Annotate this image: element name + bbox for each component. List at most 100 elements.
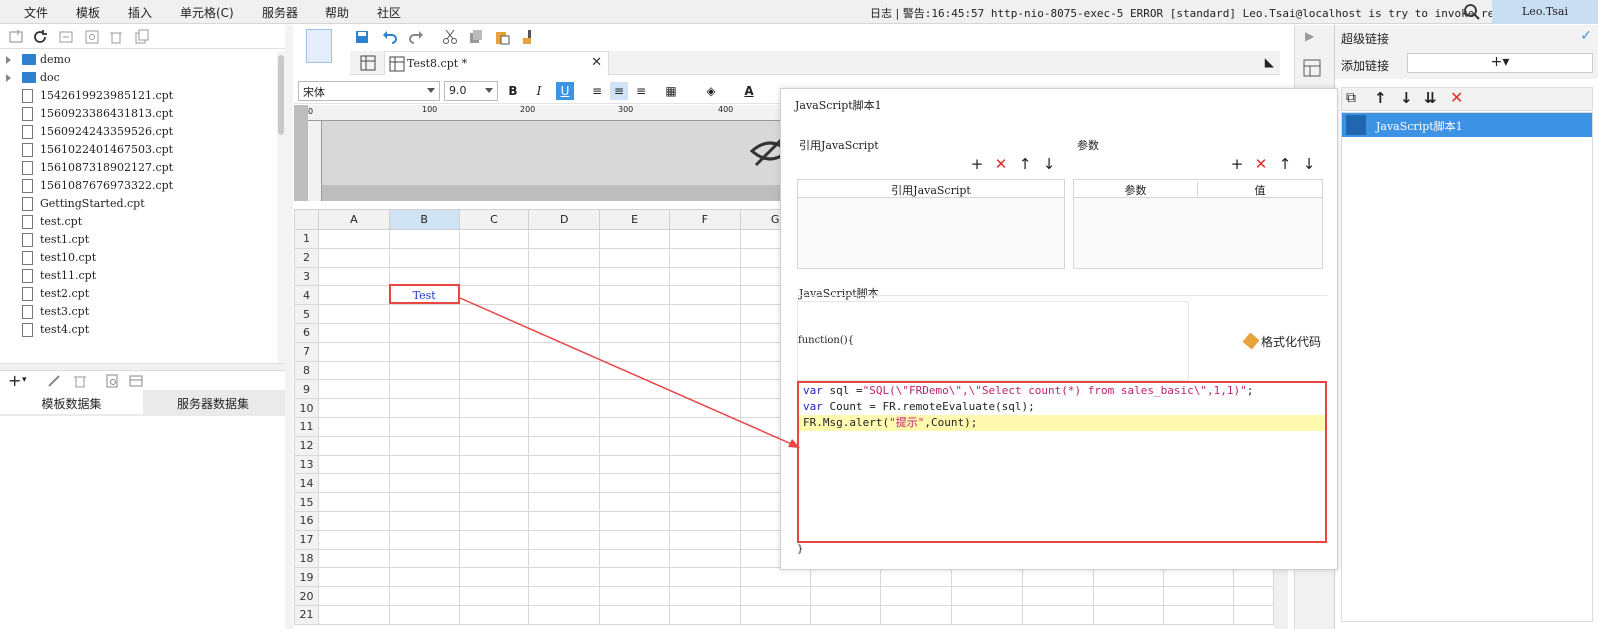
grid-cell[interactable] (668, 473, 741, 494)
refresh-icon[interactable] (32, 29, 48, 45)
grid-cell[interactable] (388, 435, 460, 456)
grid-corner[interactable] (294, 209, 319, 230)
tab-document[interactable]: Test8.cpt * ✕ (384, 51, 609, 75)
grid-cell[interactable] (668, 360, 741, 381)
grid-cell[interactable] (528, 416, 601, 437)
move-down-icon[interactable]: ↓ (1041, 155, 1057, 173)
row-header[interactable]: 18 (294, 548, 319, 569)
row-header[interactable]: 21 (294, 604, 319, 625)
tab-template-dataset[interactable]: 模板数据集 (0, 390, 143, 414)
grid-cell[interactable] (668, 435, 741, 456)
grid-cell[interactable] (951, 586, 1023, 606)
grid-cell[interactable] (528, 454, 601, 475)
align-center-button[interactable]: ≡ (610, 82, 628, 100)
grid-cell[interactable] (599, 360, 670, 381)
align-right-button[interactable]: ≡ (632, 82, 650, 100)
grid-cell[interactable] (388, 398, 460, 418)
grid-cell[interactable] (528, 398, 601, 418)
rename-icon[interactable] (58, 29, 74, 45)
menu-server[interactable]: 服务器 (262, 4, 298, 21)
column-header[interactable]: A (317, 209, 390, 230)
grid-cell[interactable] (668, 529, 741, 550)
tree-file[interactable]: 1542619923985121.cpt (0, 87, 280, 105)
delete-icon[interactable] (108, 29, 124, 45)
delete-icon[interactable] (72, 373, 88, 389)
grid-cell[interactable] (388, 604, 460, 625)
grid-cell[interactable] (951, 604, 1023, 625)
grid-cell[interactable] (1163, 567, 1235, 588)
grid-cell[interactable] (668, 379, 741, 400)
grid-cell[interactable] (528, 529, 601, 550)
grid-cell[interactable] (668, 322, 741, 343)
grid-cell[interactable] (599, 416, 670, 437)
row-header[interactable]: 17 (294, 529, 319, 550)
cell-attribute-icon[interactable] (1303, 59, 1321, 77)
expand-arrow-icon[interactable] (6, 56, 11, 64)
grid-cell[interactable] (458, 360, 530, 381)
grid-cell[interactable] (1163, 604, 1235, 625)
grid-cell[interactable] (668, 247, 741, 268)
dataset-icon[interactable] (128, 373, 144, 389)
grid-cell[interactable] (458, 567, 530, 588)
border-icon[interactable]: ▦ (662, 82, 680, 100)
row-header[interactable]: 6 (294, 322, 319, 343)
grid-cell[interactable] (458, 586, 530, 606)
row-header[interactable]: 4 (294, 285, 319, 306)
grid-cell[interactable] (458, 379, 530, 400)
grid-cell[interactable] (599, 604, 670, 625)
params-table[interactable]: 参数 值 (1073, 179, 1323, 269)
tree-file[interactable]: test2.cpt (0, 285, 280, 303)
grid-cell[interactable] (458, 247, 530, 268)
tree-file[interactable]: 1561022401467503.cpt (0, 141, 280, 159)
grid-cell[interactable] (528, 604, 601, 625)
row-header[interactable]: 10 (294, 398, 319, 418)
grid-cell[interactable] (317, 586, 390, 606)
expand-arrow-icon[interactable] (6, 74, 11, 82)
grid-cell[interactable] (599, 454, 670, 475)
grid-cell[interactable] (458, 454, 530, 475)
tree-file[interactable]: 1560924243359526.cpt (0, 123, 280, 141)
paste-icon[interactable] (494, 29, 510, 45)
row-header[interactable]: 2 (294, 247, 319, 268)
grid-cell[interactable] (809, 604, 882, 625)
tree-file[interactable]: test4.cpt (0, 321, 280, 339)
grid-cell[interactable] (809, 586, 882, 606)
copy-icon[interactable] (134, 29, 150, 45)
column-header[interactable]: B (388, 209, 460, 230)
grid-cell[interactable] (739, 586, 811, 606)
link-list-item[interactable]: JavaScript脚本1 (1342, 113, 1592, 137)
grid-cell[interactable] (317, 473, 390, 494)
code-line[interactable]: var sql ="SQL(\"FRDemo\",\"Select count(… (803, 383, 1253, 399)
grid-cell[interactable] (388, 548, 460, 569)
menu-file[interactable]: 文件 (24, 4, 48, 21)
code-line[interactable]: var Count = FR.remoteEvaluate(sql); (803, 399, 1035, 415)
grid-cell[interactable] (388, 416, 460, 437)
grid-cell[interactable] (528, 247, 601, 268)
copy-icon[interactable]: ⧉ (1346, 90, 1356, 106)
row-header[interactable]: 8 (294, 360, 319, 381)
grid-cell[interactable] (458, 529, 530, 550)
row-header[interactable]: 5 (294, 304, 319, 324)
tree-file[interactable]: test11.cpt (0, 267, 280, 285)
grid-cell[interactable] (1092, 604, 1165, 625)
grid-cell[interactable] (668, 454, 741, 475)
menu-community[interactable]: 社区 (377, 4, 401, 21)
grid-cell[interactable] (388, 586, 460, 606)
ref-js-table[interactable]: 引用JavaScript (797, 179, 1065, 269)
add-icon[interactable]: + (969, 155, 985, 173)
font-color-icon[interactable]: A (740, 82, 758, 100)
grid-cell[interactable] (528, 435, 601, 456)
template-icon[interactable] (306, 29, 332, 63)
grid-cell[interactable] (599, 435, 670, 456)
grid-cell[interactable] (528, 492, 601, 512)
grid-cell[interactable] (388, 454, 460, 475)
column-header[interactable]: D (528, 209, 601, 230)
row-header[interactable]: 15 (294, 492, 319, 512)
menu-cell[interactable]: 单元格(C) (180, 4, 234, 21)
row-header[interactable]: 12 (294, 435, 319, 456)
tree-scrollbar[interactable] (277, 51, 285, 363)
grid-cell[interactable] (1233, 567, 1274, 588)
row-header[interactable]: 20 (294, 586, 319, 606)
row-header[interactable]: 11 (294, 416, 319, 437)
grid-cell[interactable] (317, 529, 390, 550)
